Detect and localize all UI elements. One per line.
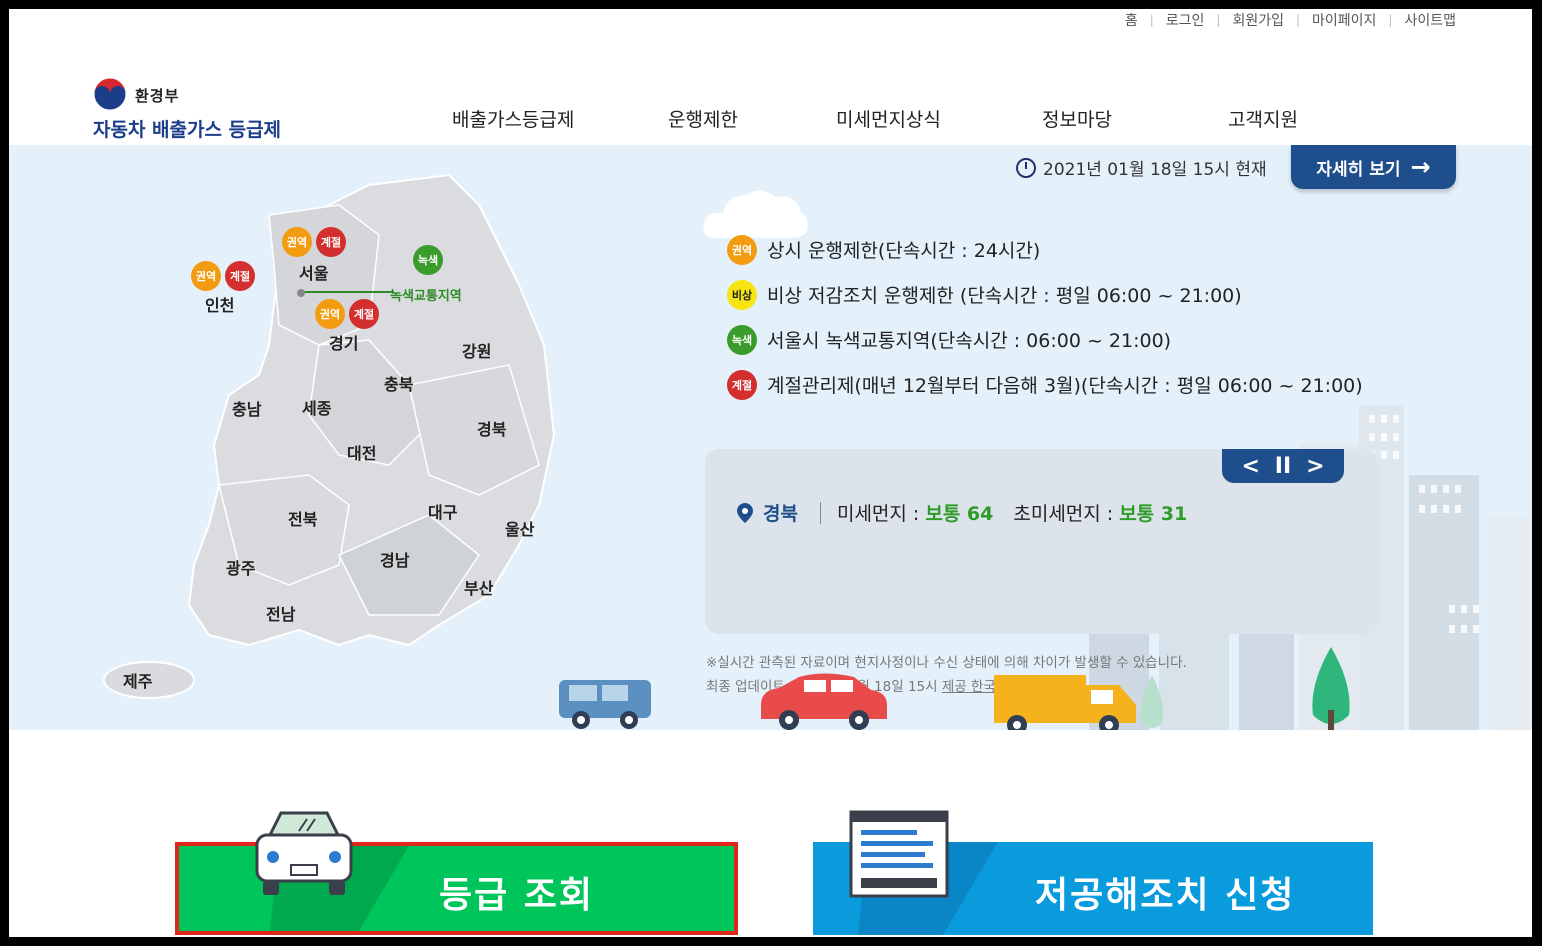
util-separator: | bbox=[1216, 13, 1221, 27]
nav-info-center[interactable]: 정보마당 bbox=[1042, 105, 1112, 132]
badge-regional-gyeonggi: 권역 bbox=[315, 299, 345, 329]
badge-regional-incheon: 권역 bbox=[191, 261, 221, 291]
region-gangwon[interactable]: 강원 bbox=[462, 338, 491, 362]
util-sitemap-link[interactable]: 사이트맵 bbox=[1404, 10, 1456, 30]
region-ulsan[interactable]: 울산 bbox=[505, 516, 534, 540]
notice-updated-time: 최종 업데이트 2021년 01월 18일 15시 bbox=[706, 679, 938, 695]
document-form-icon bbox=[849, 810, 949, 898]
util-separator: | bbox=[1295, 13, 1301, 27]
main-nav: 배출가스등급제 운행제한 미세먼지상식 정보마당 고객지원 bbox=[9, 105, 1532, 131]
region-chungbuk[interactable]: 충북 bbox=[384, 371, 413, 395]
pm25-value: 보통 31 bbox=[1119, 503, 1188, 525]
region-incheon[interactable]: 인천 bbox=[205, 292, 234, 316]
badge-emergency-icon: 비상 bbox=[727, 279, 757, 310]
badge-regional-icon: 권역 bbox=[727, 234, 757, 265]
legend-item-seasonal: 계절 계절관리제(매년 12월부터 다음해 3월)(단속시간 : 평일 06:0… bbox=[727, 362, 1363, 407]
aq-reading-row: 경북 미세먼지 : 보통 64 초미세먼지 : 보통 31 bbox=[737, 499, 1187, 526]
grade-lookup-label: 등급 조회 bbox=[439, 875, 595, 916]
aq-station-name: 경북 bbox=[763, 503, 798, 525]
legend-item-regional: 권역 상시 운행제한(단속시간 : 24시간) bbox=[727, 227, 1363, 272]
region-gyeonggi[interactable]: 경기 bbox=[329, 330, 358, 354]
hero-section: 권역 계절 서울 녹색 녹색교통지역 권역 계절 인천 권역 계절 경기 강원 … bbox=[9, 145, 1532, 730]
badge-green-seoul: 녹색 bbox=[413, 245, 443, 275]
legend-text: 상시 운행제한(단속시간 : 24시간) bbox=[767, 240, 1041, 262]
badge-seasonal-incheon: 계절 bbox=[225, 261, 255, 291]
notice-update-line: 최종 업데이트 2021년 01월 18일 15시 제공 한국환경공단 bbox=[706, 675, 1187, 699]
pm10-label: 미세먼지 : bbox=[836, 503, 920, 525]
aq-next-button[interactable]: > bbox=[1306, 454, 1324, 479]
legend-text: 비상 저감조치 운행제한 (단속시간 : 평일 06:00 ~ 21:00) bbox=[767, 285, 1242, 307]
util-home-link[interactable]: 홈 bbox=[1125, 10, 1138, 30]
region-gyeongbuk[interactable]: 경북 bbox=[477, 416, 506, 440]
util-separator: | bbox=[1149, 13, 1154, 27]
badge-regional-seoul: 권역 bbox=[282, 227, 312, 257]
util-login-link[interactable]: 로그인 bbox=[1166, 10, 1205, 30]
region-seoul[interactable]: 서울 bbox=[299, 260, 328, 284]
nav-customer-support[interactable]: 고객지원 bbox=[1228, 105, 1298, 132]
badge-seasonal-seoul: 계절 bbox=[316, 227, 346, 257]
region-gyeongnam[interactable]: 경남 bbox=[380, 547, 409, 571]
util-signup-link[interactable]: 회원가입 bbox=[1232, 10, 1284, 30]
pm10-value: 보통 64 bbox=[925, 503, 994, 525]
region-daejeon[interactable]: 대전 bbox=[347, 440, 376, 464]
update-timestamp: 2021년 01월 18일 15시 현재 bbox=[1016, 155, 1267, 180]
restriction-legend: 권역 상시 운행제한(단속시간 : 24시간) 비상 비상 저감조치 운행제한 … bbox=[727, 227, 1363, 407]
aq-pause-button[interactable]: II bbox=[1275, 454, 1291, 479]
region-busan[interactable]: 부산 bbox=[464, 575, 493, 599]
data-notice: ※실시간 관측된 자료이며 현지사정이나 수신 상태에 의해 차이가 발생할 수… bbox=[706, 651, 1187, 699]
notice-source-link[interactable]: 제공 한국환경공단 bbox=[942, 679, 1046, 695]
nav-fine-dust-info[interactable]: 미세먼지상식 bbox=[836, 105, 941, 132]
region-jeonbuk[interactable]: 전북 bbox=[288, 506, 317, 530]
notice-disclaimer: ※실시간 관측된 자료이며 현지사정이나 수신 상태에 의해 차이가 발생할 수… bbox=[706, 655, 1187, 671]
view-more-label: 자세히 보기 bbox=[1316, 159, 1401, 180]
page-frame: 홈 | 로그인 | 회원가입 | 마이페이지 | 사이트맵 환경부 자동차 배출… bbox=[9, 9, 1532, 937]
region-sejong[interactable]: 세종 bbox=[302, 395, 331, 419]
location-pin-icon bbox=[737, 502, 753, 523]
util-mypage-link[interactable]: 마이페이지 bbox=[1312, 10, 1376, 30]
util-separator: | bbox=[1388, 13, 1393, 27]
legend-item-emergency: 비상 비상 저감조치 운행제한 (단속시간 : 평일 06:00 ~ 21:00… bbox=[727, 272, 1363, 317]
korea-map: 권역 계절 서울 녹색 녹색교통지역 권역 계절 인천 권역 계절 경기 강원 … bbox=[9, 145, 629, 730]
badge-seasonal-icon: 계절 bbox=[727, 369, 757, 400]
utility-nav: 홈 | 로그인 | 회원가입 | 마이페이지 | 사이트맵 bbox=[1125, 10, 1456, 30]
region-jeonnam[interactable]: 전남 bbox=[266, 601, 295, 625]
reduction-apply-label: 저공해조치 신청 bbox=[1035, 875, 1296, 916]
badge-green-icon: 녹색 bbox=[727, 324, 757, 355]
clock-icon bbox=[1016, 157, 1036, 178]
region-gwangju[interactable]: 광주 bbox=[226, 555, 255, 579]
view-more-button[interactable]: 자세히 보기 → bbox=[1291, 145, 1456, 189]
nav-driving-restriction[interactable]: 운행제한 bbox=[668, 105, 738, 132]
timestamp-text: 2021년 01월 18일 15시 현재 bbox=[1043, 160, 1267, 180]
nav-emission-grade[interactable]: 배출가스등급제 bbox=[452, 105, 574, 132]
region-jeju[interactable]: 제주 bbox=[123, 668, 152, 692]
badge-seasonal-gyeonggi: 계절 bbox=[349, 299, 379, 329]
ministry-name: 환경부 bbox=[135, 87, 180, 105]
region-chungnam[interactable]: 충남 bbox=[232, 396, 261, 420]
legend-text: 서울시 녹색교통지역(단속시간 : 06:00 ~ 21:00) bbox=[767, 330, 1172, 352]
pm25-label: 초미세먼지 : bbox=[1013, 503, 1114, 525]
car-front-icon bbox=[255, 811, 353, 895]
legend-item-green-zone: 녹색 서울시 녹색교통지역(단속시간 : 06:00 ~ 21:00) bbox=[727, 317, 1363, 362]
air-quality-panel: < II > 경북 미세먼지 : 보통 64 초미세먼지 : 보통 31 bbox=[705, 449, 1378, 634]
aq-divider bbox=[819, 501, 821, 524]
region-daegu[interactable]: 대구 bbox=[428, 499, 457, 523]
arrow-right-icon: → bbox=[1410, 153, 1431, 181]
aq-slider-controls: < II > bbox=[1222, 449, 1344, 483]
aq-prev-button[interactable]: < bbox=[1241, 454, 1259, 479]
green-zone-label: 녹색교통지역 bbox=[390, 289, 462, 304]
legend-text: 계절관리제(매년 12월부터 다음해 3월)(단속시간 : 평일 06:00 ~… bbox=[767, 375, 1363, 397]
